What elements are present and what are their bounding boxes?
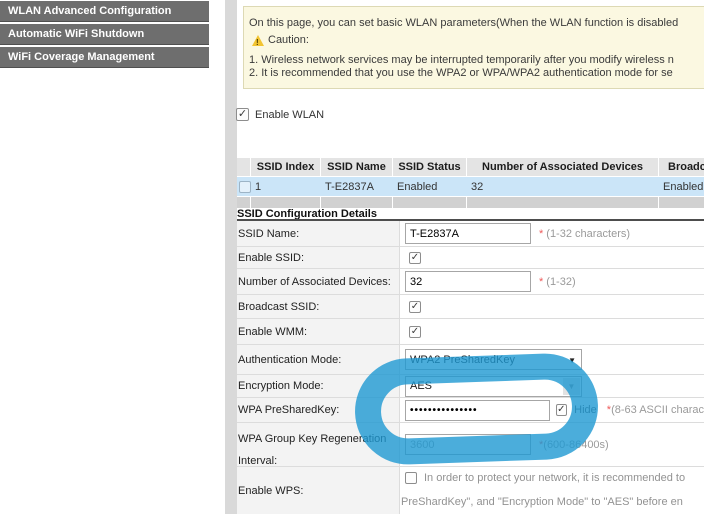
sidebar-content-divider bbox=[225, 0, 237, 514]
sidebar-item-automatic-wifi-shutdown[interactable]: Automatic WiFi Shutdown bbox=[0, 24, 209, 45]
encryption-mode-select[interactable]: AES ▼ bbox=[405, 376, 582, 397]
header-checkbox-spacer bbox=[237, 158, 251, 177]
caution-label: Caution: bbox=[268, 34, 309, 47]
wpa-group-key-interval-input[interactable] bbox=[405, 434, 531, 455]
ssid-row-checkbox[interactable] bbox=[239, 181, 251, 193]
cell-broadcast: Enabled bbox=[659, 177, 704, 196]
enable-wps-checkbox[interactable] bbox=[405, 472, 417, 484]
assoc-devices-input[interactable] bbox=[405, 271, 531, 292]
row-enable-wps: Enable WPS: In order to protect your net… bbox=[237, 467, 704, 514]
ssid-config-form: SSID Name: * (1-32 characters) Enable SS… bbox=[237, 221, 704, 514]
enable-ssid-label: Enable SSID: bbox=[237, 247, 400, 268]
row-ssid-name: SSID Name: * (1-32 characters) bbox=[237, 221, 704, 247]
wpa-psk-input[interactable] bbox=[405, 400, 550, 421]
sidebar-item-wlan-advanced-configuration[interactable]: WLAN Advanced Configuration bbox=[0, 1, 209, 22]
ssid-table-header-row: SSID Index SSID Name SSID Status Number … bbox=[237, 158, 704, 177]
cell-num-devices: 32 bbox=[467, 177, 659, 196]
encryption-mode-label: Encryption Mode: bbox=[237, 375, 400, 397]
ssid-table-footer-band bbox=[237, 197, 704, 208]
hide-psk-checkbox[interactable]: ✓ bbox=[556, 404, 568, 416]
header-broadcast-ssid: Broadcast SSID bbox=[659, 158, 704, 177]
enable-wlan-checkbox[interactable]: ✓ bbox=[236, 108, 249, 121]
row-encryption-mode: Encryption Mode: AES ▼ bbox=[237, 375, 704, 398]
row-enable-ssid: Enable SSID: ✓ bbox=[237, 247, 704, 269]
row-assoc-devices: Number of Associated Devices: * (1-32) bbox=[237, 269, 704, 295]
notice-intro-text: On this page, you can set basic WLAN par… bbox=[249, 17, 704, 30]
enable-wmm-checkbox[interactable]: ✓ bbox=[409, 326, 421, 338]
wpa-group-key-hint: (600-86400s) bbox=[543, 439, 608, 451]
header-ssid-index: SSID Index bbox=[251, 158, 321, 177]
encryption-mode-value: AES bbox=[410, 380, 432, 392]
cell-ssid-name: T-E2837A bbox=[321, 177, 393, 196]
authentication-mode-select[interactable]: WPA2 PreSharedKey ▼ bbox=[405, 349, 582, 370]
row-enable-wmm: Enable WMM: ✓ bbox=[237, 319, 704, 345]
broadcast-ssid-label: Broadcast SSID: bbox=[237, 295, 400, 318]
ssid-name-input[interactable] bbox=[405, 223, 531, 244]
enable-wlan-label: Enable WLAN bbox=[255, 109, 324, 121]
wpa-group-key-label-line1: WPA Group Key Regeneration bbox=[238, 428, 386, 450]
wpa-psk-label: WPA PreSharedKey: bbox=[237, 398, 400, 422]
row-wpa-presharedkey: WPA PreSharedKey: ✓ Hide * (8-63 ASCII c… bbox=[237, 398, 704, 423]
row-wpa-group-key: WPA Group Key Regeneration Interval: * (… bbox=[237, 423, 704, 467]
required-star: * bbox=[539, 276, 543, 288]
ssid-table: SSID Index SSID Name SSID Status Number … bbox=[237, 158, 704, 208]
notice-box: On this page, you can set basic WLAN par… bbox=[243, 6, 704, 89]
broadcast-ssid-checkbox[interactable]: ✓ bbox=[409, 301, 421, 313]
sidebar: WLAN Advanced Configuration Automatic Wi… bbox=[0, 1, 209, 70]
assoc-devices-hint: (1-32) bbox=[546, 276, 575, 288]
authentication-mode-value: WPA2 PreSharedKey bbox=[410, 354, 515, 366]
chevron-down-icon: ▼ bbox=[568, 356, 576, 365]
assoc-devices-label: Number of Associated Devices: bbox=[237, 269, 400, 294]
hide-psk-label: Hide bbox=[574, 404, 597, 416]
row-broadcast-ssid: Broadcast SSID: ✓ bbox=[237, 295, 704, 319]
chevron-down-icon: ▼ bbox=[563, 378, 580, 395]
required-star: * bbox=[539, 228, 543, 240]
header-ssid-status: SSID Status bbox=[393, 158, 467, 177]
header-ssid-name: SSID Name bbox=[321, 158, 393, 177]
wps-note-line1: In order to protect your network, it is … bbox=[424, 472, 685, 484]
notice-item-2: 2. It is recommended that you use the WP… bbox=[249, 67, 704, 80]
caution-icon: ! bbox=[252, 35, 264, 46]
ssid-name-hint: (1-32 characters) bbox=[546, 228, 630, 240]
auth-mode-label: Authentication Mode: bbox=[237, 345, 400, 374]
cell-ssid-status: Enabled bbox=[393, 177, 467, 196]
enable-wps-label: Enable WPS: bbox=[237, 467, 400, 514]
header-num-associated-devices: Number of Associated Devices bbox=[467, 158, 659, 177]
enable-ssid-checkbox[interactable]: ✓ bbox=[409, 252, 421, 264]
ssid-table-row: 1 T-E2837A Enabled 32 Enabled bbox=[237, 177, 704, 196]
cell-ssid-index: 1 bbox=[251, 177, 321, 196]
enable-wmm-label: Enable WMM: bbox=[237, 319, 400, 344]
wpa-psk-hint: (8-63 ASCII charac bbox=[611, 404, 704, 416]
notice-item-1: 1. Wireless network services may be inte… bbox=[249, 54, 704, 67]
wlan-config-page: WLAN Advanced Configuration Automatic Wi… bbox=[0, 0, 704, 514]
wps-note-line2: PreShardKey", and "Encryption Mode" to "… bbox=[401, 496, 683, 508]
sidebar-item-wifi-coverage-management[interactable]: WiFi Coverage Management bbox=[0, 47, 209, 68]
row-auth-mode: Authentication Mode: WPA2 PreSharedKey ▼ bbox=[237, 345, 704, 375]
ssid-name-label: SSID Name: bbox=[237, 221, 400, 246]
